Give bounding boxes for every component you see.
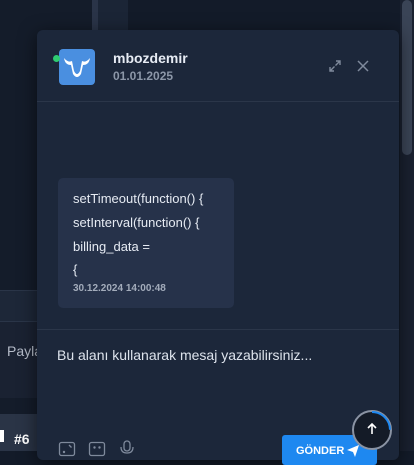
message-line: billing_data = xyxy=(73,239,150,254)
close-icon[interactable] xyxy=(355,58,371,74)
message-line: setTimeout(function() { xyxy=(73,191,204,206)
online-status-dot xyxy=(53,55,60,62)
bull-logo-icon xyxy=(64,58,90,77)
background-share-tab[interactable] xyxy=(0,322,40,398)
message-composer[interactable]: Bu alanı kullanarak mesaj yazabilirsiniz… xyxy=(37,329,399,465)
background-share-label: Payla xyxy=(7,343,43,359)
microphone-icon[interactable] xyxy=(117,438,137,458)
message-timestamp: 30.12.2024 14:00:48 xyxy=(73,283,166,294)
page-scrollbar-thumb[interactable] xyxy=(402,0,412,155)
message-line: setInterval(function() { xyxy=(73,215,200,230)
badge-marker xyxy=(0,430,4,442)
chat-header: mbozdemir 01.01.2025 xyxy=(37,30,399,102)
attachment-icon[interactable] xyxy=(57,438,77,458)
page-scrollbar[interactable] xyxy=(400,0,414,451)
emoji-icon[interactable] xyxy=(87,438,107,458)
arrow-up-icon xyxy=(367,422,377,434)
message-line: { xyxy=(73,262,78,277)
background-row xyxy=(0,290,40,322)
chat-date: 01.01.2025 xyxy=(113,69,174,83)
chat-username: mbozdemir xyxy=(113,50,188,66)
send-button-label: GÖNDER xyxy=(296,445,345,457)
chat-panel: mbozdemir 01.01.2025 setTimeout(function… xyxy=(37,30,399,465)
expand-icon[interactable] xyxy=(327,58,343,74)
message-bubble: setTimeout(function() { setInterval(func… xyxy=(58,178,234,308)
user-avatar[interactable] xyxy=(59,49,95,85)
scroll-to-top-button[interactable] xyxy=(352,410,392,450)
background-ticket-badge[interactable]: #6 xyxy=(0,414,40,451)
message-input[interactable]: Bu alanı kullanarak mesaj yazabilirsiniz… xyxy=(57,347,312,363)
badge-number: #6 xyxy=(14,431,30,447)
